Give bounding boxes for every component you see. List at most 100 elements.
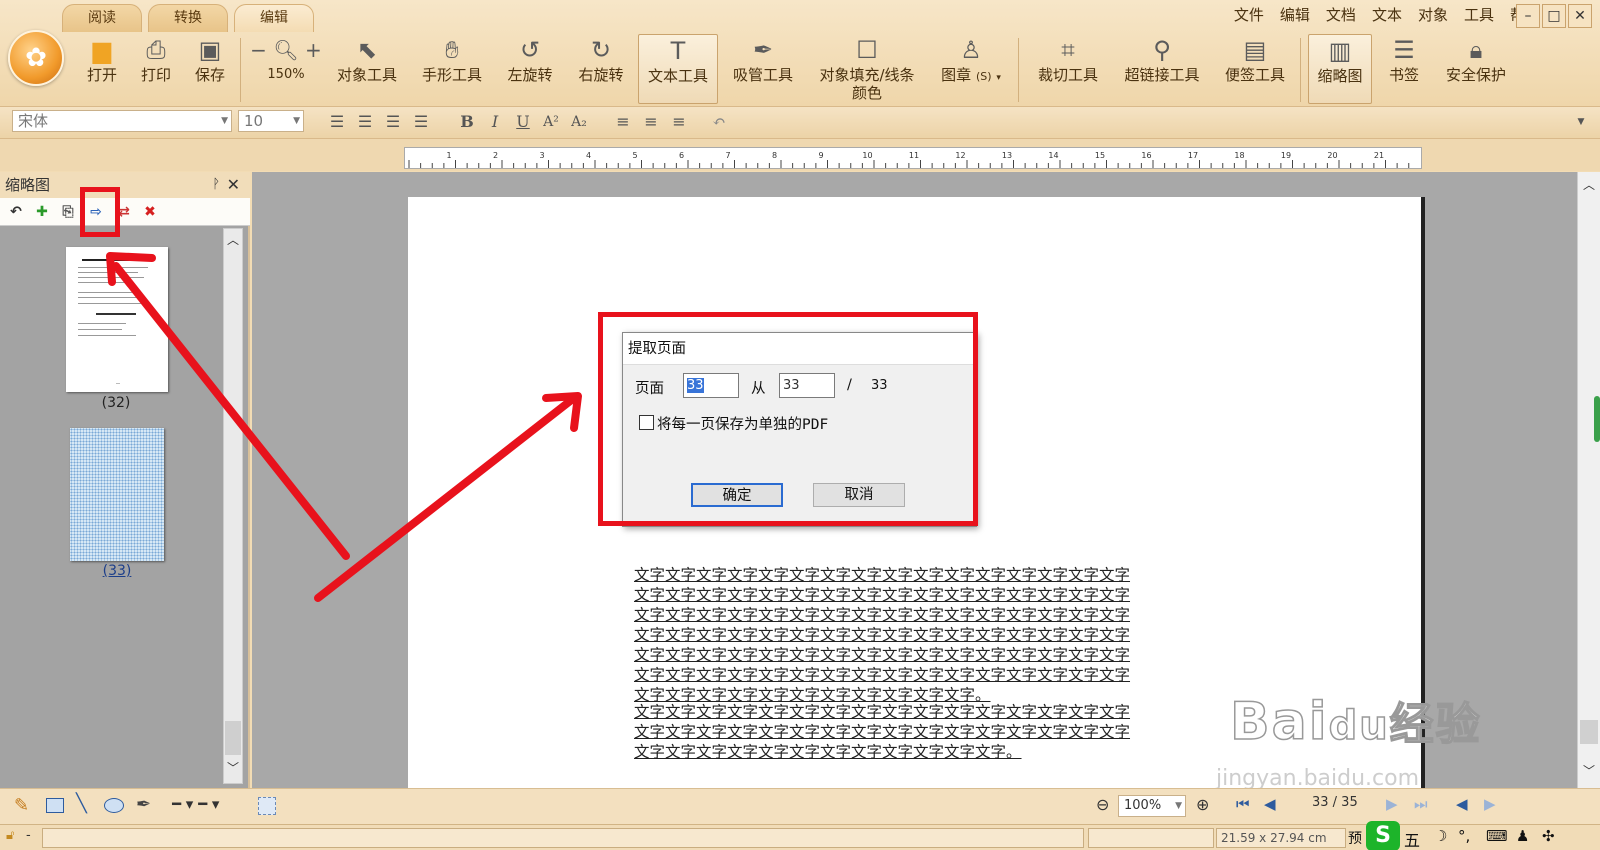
ribbon-tabs: 阅读 转换 编辑: [62, 4, 320, 32]
ime-mode[interactable]: 五: [1404, 827, 1420, 850]
align-right-icon[interactable]: ☰: [382, 110, 404, 134]
security-button[interactable]: 🔒︎ 安全保护: [1440, 34, 1512, 104]
delete-page-icon[interactable]: ✖: [140, 202, 160, 222]
scroll-thumb-secondary[interactable]: [1580, 720, 1598, 744]
font-size-select[interactable]: 10 ▼: [238, 110, 304, 132]
page-indicator[interactable]: 33 / 35: [1312, 795, 1358, 810]
menu-edit[interactable]: 编辑: [1280, 4, 1310, 25]
bold-icon[interactable]: B: [456, 110, 478, 134]
fill-line-color-button[interactable]: ☐ 对象填充/线条 颜色: [812, 34, 922, 104]
rotate-left-button[interactable]: ↺ 左旋转: [504, 34, 556, 104]
italic-icon[interactable]: I: [484, 110, 506, 134]
hand-tool-button[interactable]: ✋︎ 手形工具: [418, 34, 486, 104]
close-window-button[interactable]: ✕: [1568, 4, 1592, 28]
last-page-icon[interactable]: ⏭: [1414, 795, 1428, 813]
drawing-toolbar: ✎ ╲ ✒ ━ ▾ ━ ▾ ⊖ 100% ▼ ⊕ ⏮ ◀ 33 / 35 ▶ ⏭ …: [0, 788, 1600, 824]
align-center-icon[interactable]: ☰: [354, 110, 376, 134]
menu-document[interactable]: 文档: [1326, 4, 1356, 25]
scroll-down-icon[interactable]: ﹀: [1583, 762, 1595, 779]
frame-icon[interactable]: [258, 797, 276, 815]
tab-read[interactable]: 阅读: [62, 4, 142, 32]
first-page-icon[interactable]: ⏮: [1236, 795, 1250, 813]
subscript-icon[interactable]: A₂: [568, 110, 590, 134]
toolbar-more-icon[interactable]: ▼: [1570, 110, 1592, 134]
line-style-dropdown[interactable]: ━ ▾ ━ ▾: [172, 795, 219, 813]
thumbnail-panel-button[interactable]: ▥ 缩略图: [1308, 34, 1372, 104]
menu-file[interactable]: 文件: [1234, 4, 1264, 25]
pencil-icon[interactable]: ✎: [14, 795, 29, 816]
save-button[interactable]: ▣ 保存: [188, 34, 232, 104]
paragraph-spacing-icon[interactable]: ≡: [640, 110, 662, 134]
next-page-icon[interactable]: ▶: [1386, 795, 1398, 813]
panel-scrollbar[interactable]: ︿ ﹀: [223, 228, 243, 784]
square-icon: ☐: [856, 36, 878, 64]
ellipse-icon[interactable]: [104, 798, 124, 813]
scroll-thumb[interactable]: [1594, 396, 1600, 442]
menu-tools[interactable]: 工具: [1464, 4, 1494, 25]
eyedropper-button[interactable]: ✒ 吸管工具: [729, 34, 797, 104]
zoom-in-circle-icon[interactable]: ⊕: [1196, 795, 1209, 814]
keyboard-icon[interactable]: ⌨: [1486, 827, 1508, 845]
font-family-select[interactable]: 宋体 ▼: [12, 110, 232, 132]
menu-object[interactable]: 对象: [1418, 4, 1448, 25]
paragraph-1: 文字文字文字文字文字文字文字文字文字文字文字文字文字文字文字文字 文字文字文字文…: [634, 566, 1131, 704]
align-justify-icon[interactable]: ☰: [410, 110, 432, 134]
text-cursor-icon: T: [670, 37, 686, 65]
rotate-right-button[interactable]: ↻ 右旋转: [575, 34, 627, 104]
format-toolbar: 宋体 ▼ 10 ▼ ☰ ☰ ☰ ☰ B I U A² A₂ ≡ ≡ ≡ ↶ ▼: [0, 107, 1600, 139]
tab-edit[interactable]: 编辑: [234, 4, 314, 32]
object-tool-button[interactable]: ⬉ 对象工具: [333, 34, 401, 104]
page-thumbnail[interactable]: [66, 247, 168, 392]
thumbnail-label: (33): [102, 563, 132, 579]
rectangle-icon[interactable]: [46, 798, 64, 813]
page-thumbnail-selected[interactable]: [70, 428, 164, 561]
superscript-icon[interactable]: A²: [540, 110, 562, 134]
stamp-button[interactable]: ♙ 图章 (S) ▾: [935, 34, 1007, 104]
moon-icon[interactable]: ☽: [1434, 827, 1447, 845]
grid-menu-icon[interactable]: ✣: [1542, 827, 1555, 845]
text-tool-button[interactable]: T 文本工具: [638, 34, 718, 104]
scroll-down-icon[interactable]: ﹀: [227, 759, 239, 776]
scroll-thumb[interactable]: [225, 721, 241, 755]
scroll-up-icon[interactable]: ︿: [227, 231, 239, 248]
indent-icon[interactable]: ≡: [668, 110, 690, 134]
ruler-number: 19: [1281, 151, 1291, 160]
open-button[interactable]: ▆ 打开: [80, 34, 124, 104]
maximize-button[interactable]: □: [1542, 4, 1566, 28]
note-tool-button[interactable]: ▤ 便签工具: [1220, 34, 1290, 104]
bookmark-button[interactable]: ☰ 书签: [1382, 34, 1426, 104]
pen-icon[interactable]: ✒: [136, 794, 151, 815]
prev-page-icon[interactable]: ◀: [1264, 795, 1276, 813]
insert-page-icon[interactable]: ⎘: [58, 202, 78, 222]
scroll-up-icon[interactable]: ︿: [1583, 176, 1595, 193]
punctuation-icon[interactable]: °,: [1458, 827, 1470, 845]
zoom-select[interactable]: 100% ▼: [1118, 795, 1186, 817]
document-scrollbar[interactable]: ︿ ﹀: [1577, 172, 1600, 788]
add-page-icon[interactable]: ✚: [32, 202, 52, 222]
line-spacing-icon[interactable]: ≡: [612, 110, 634, 134]
close-icon[interactable]: ✕: [227, 172, 240, 198]
app-logo[interactable]: ✿: [8, 30, 64, 86]
cursor-icon: ⬉: [356, 36, 378, 64]
ime-logo-icon[interactable]: S: [1366, 821, 1400, 850]
minimize-button[interactable]: –: [1516, 4, 1540, 28]
undo-rotate-icon[interactable]: ↶: [6, 202, 26, 222]
align-left-icon[interactable]: ☰: [326, 110, 348, 134]
tab-convert[interactable]: 转换: [148, 4, 228, 32]
ruler-number: 21: [1374, 151, 1384, 160]
zoom-out-button[interactable]: −: [250, 38, 267, 62]
crop-tool-button[interactable]: ⌗ 裁切工具: [1032, 34, 1104, 104]
undo-icon[interactable]: ↶: [708, 110, 730, 134]
zoom-in-button[interactable]: +: [305, 38, 322, 62]
hyperlink-tool-button[interactable]: ⚲ 超链接工具: [1120, 34, 1204, 104]
pin-icon[interactable]: ᚹ: [212, 172, 220, 198]
zoom-out-circle-icon[interactable]: ⊖: [1096, 795, 1109, 814]
print-button[interactable]: ⎙ 打印: [134, 34, 178, 104]
ruler-number: 1: [446, 151, 451, 160]
menu-text[interactable]: 文本: [1372, 4, 1402, 25]
back-icon[interactable]: ◀: [1456, 795, 1468, 813]
line-icon[interactable]: ╲: [76, 793, 87, 814]
forward-icon[interactable]: ▶: [1484, 795, 1496, 813]
underline-icon[interactable]: U: [512, 110, 534, 134]
user-icon[interactable]: ♟: [1516, 827, 1529, 845]
